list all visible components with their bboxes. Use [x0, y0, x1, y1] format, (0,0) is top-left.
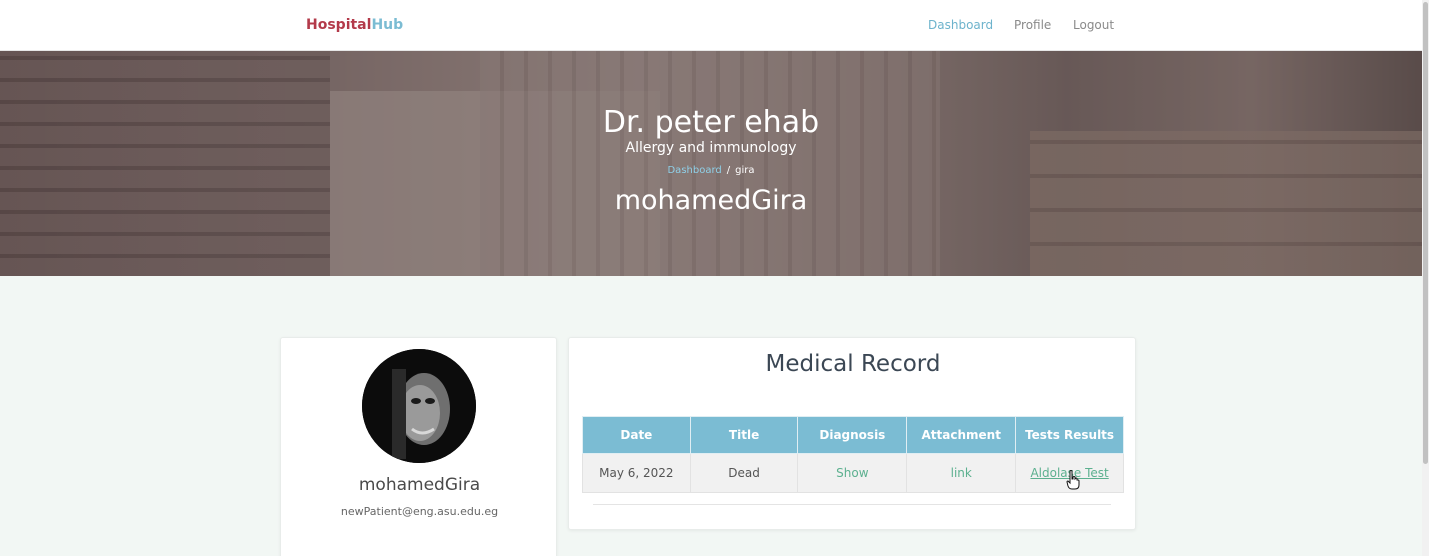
- profile-name: mohamedGira: [358, 475, 481, 495]
- profile-email: newPatient@eng.asu.edu.eg: [340, 505, 499, 518]
- medical-record-title: Medical Record: [765, 351, 941, 377]
- cell-title: Dead: [689, 453, 799, 493]
- nav-dashboard[interactable]: Dashboard: [928, 18, 993, 32]
- column-header-date: Date: [582, 416, 691, 454]
- diagnosis-show-link[interactable]: Show: [836, 466, 868, 480]
- medical-record-table: Date Title Diagnosis Attachment Tests Re…: [582, 416, 1124, 493]
- nav-profile[interactable]: Profile: [1014, 18, 1051, 32]
- doctor-specialty: Allergy and immunology: [625, 140, 797, 156]
- column-header-diagnosis: Diagnosis: [797, 416, 908, 454]
- column-header-title: Title: [689, 416, 799, 454]
- column-header-tests-results: Tests Results: [1015, 416, 1124, 454]
- hero-banner: Dr. peter ehab Allergy and immunology Da…: [0, 51, 1422, 276]
- table-header-row: Date Title Diagnosis Attachment Tests Re…: [582, 416, 1124, 454]
- cell-date: May 6, 2022: [582, 453, 691, 493]
- hero-overlay: [0, 51, 1422, 276]
- breadcrumb-current: gira: [735, 165, 755, 176]
- brand-part-2: Hub: [371, 17, 404, 33]
- breadcrumb-dashboard-link[interactable]: Dashboard: [667, 165, 721, 176]
- medical-record-card: Medical Record Date Title Diagnosis Atta…: [568, 337, 1136, 530]
- nav-logout[interactable]: Logout: [1073, 18, 1114, 32]
- cell-attachment: link: [906, 453, 1017, 493]
- brand-part-1: Hospital: [306, 17, 372, 33]
- page-scrollbar[interactable]: [1422, 0, 1429, 556]
- patient-name-heading: mohamedGira: [614, 185, 808, 216]
- doctor-name: Dr. peter ehab: [602, 105, 820, 140]
- avatar: [362, 349, 476, 463]
- breadcrumb: Dashboard / gira: [0, 165, 1422, 176]
- table-row: May 6, 2022 Dead Show link Aldolase Test: [582, 453, 1124, 493]
- scrollbar-thumb[interactable]: [1423, 2, 1428, 464]
- column-header-attachment: Attachment: [906, 416, 1017, 454]
- divider: [593, 504, 1111, 505]
- breadcrumb-separator: /: [726, 165, 731, 176]
- brand-logo[interactable]: HospitalHub: [306, 17, 403, 33]
- cell-diagnosis: Show: [797, 453, 908, 493]
- patient-profile-card: mohamedGira newPatient@eng.asu.edu.eg: [280, 337, 557, 556]
- attachment-link[interactable]: link: [951, 466, 972, 480]
- hand-cursor-icon: [1066, 470, 1080, 490]
- navbar: HospitalHub Dashboard Profile Logout: [0, 0, 1422, 51]
